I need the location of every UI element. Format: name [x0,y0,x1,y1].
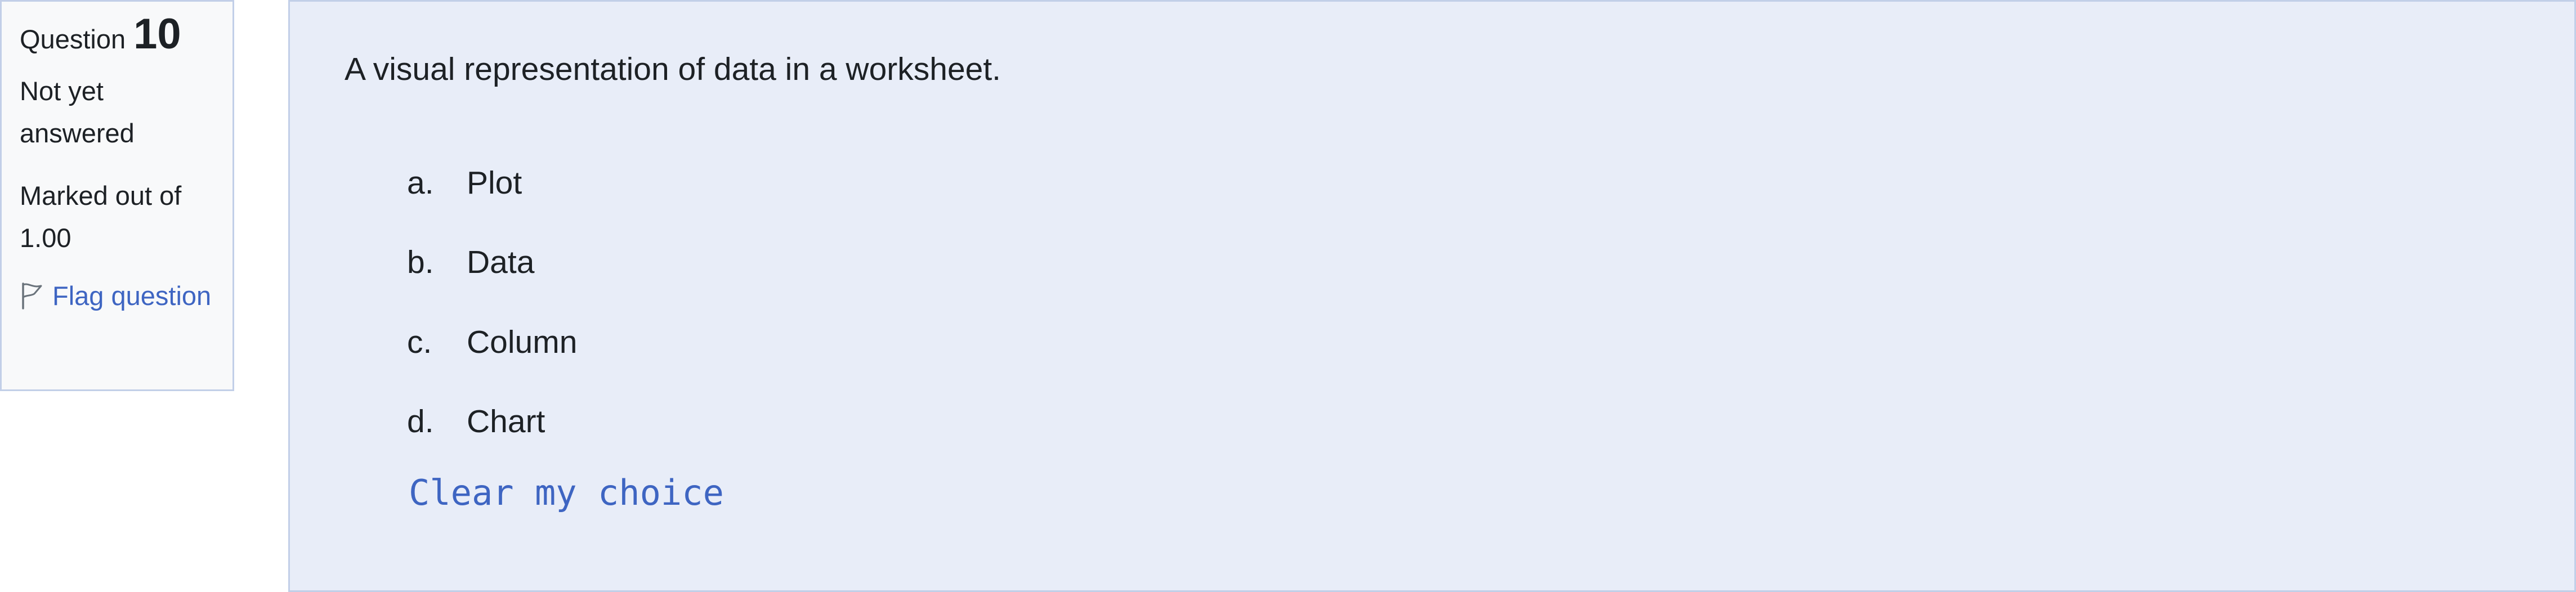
answer-option-b[interactable]: b. Data [407,240,534,285]
answer-text: Data [467,244,535,280]
question-grade: Marked out of 1.00 [20,181,182,253]
answer-option-a[interactable]: a. Plot [407,160,522,205]
flag-question-label: Flag question [52,281,212,311]
question-content-panel: A visual representation of data in a wor… [288,0,2576,592]
clear-choice-link[interactable]: Clear my choice [409,468,724,518]
answer-text: Chart [467,403,545,439]
answer-text: Plot [467,165,522,201]
answer-option-d[interactable]: d. Chart [407,399,545,444]
quiz-question-page: Question 10 Not yet answered Marked out … [0,0,2576,592]
answer-letter: c. [407,324,432,360]
question-number: 10 [133,10,181,58]
question-text: A visual representation of data in a wor… [345,51,1001,87]
question-number-heading: Question 10 [20,10,214,58]
flag-icon [20,279,43,310]
answer-text: Column [467,324,578,360]
question-info-box: Question 10 Not yet answered Marked out … [0,0,234,391]
answer-letter: a. [407,165,434,201]
flag-question-link[interactable]: Flag question [20,274,214,318]
question-label: Question [20,24,126,54]
question-state: Not yet answered [20,76,135,148]
answer-letter: b. [407,244,434,280]
answer-letter: d. [407,403,434,439]
answer-option-c[interactable]: c. Column [407,320,577,365]
